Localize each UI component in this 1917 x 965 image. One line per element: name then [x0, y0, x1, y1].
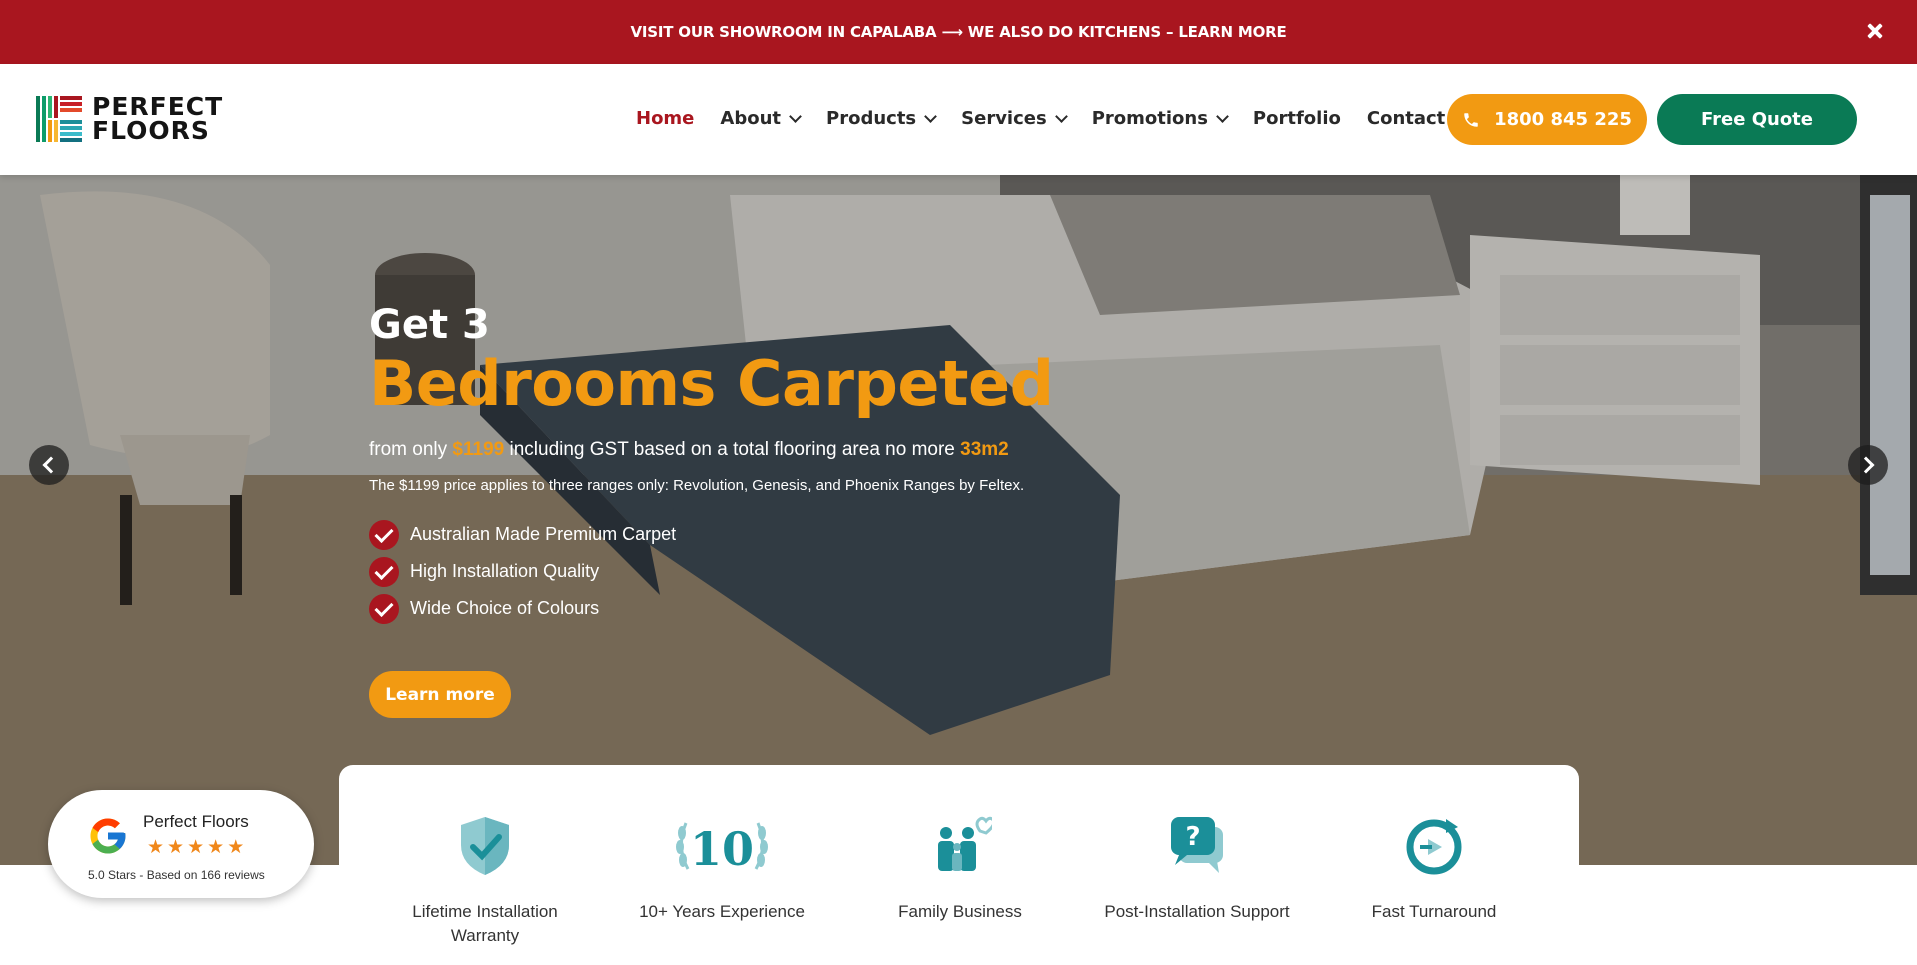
review-summary: 5.0 Stars - Based on 166 reviews: [88, 868, 265, 882]
phone-icon: [1464, 112, 1478, 127]
nav-label: Home: [636, 108, 695, 129]
fast-turnaround-icon: [1406, 819, 1462, 875]
check-item: Wide Choice of Colours: [369, 590, 1169, 627]
review-business-name: Perfect Floors: [143, 812, 249, 831]
feature-label: 10+ Years Experience: [639, 902, 805, 921]
hero-note: The $1199 price applies to three ranges …: [369, 477, 1025, 494]
logo-mark-icon: [36, 96, 82, 142]
features-strip: Lifetime Installation Warranty 10 10+ Ye…: [339, 765, 1579, 965]
family-heart-icon: [938, 816, 996, 871]
feature-item: 10 10+ Years Experience: [622, 813, 822, 924]
chevron-down-icon: [924, 110, 938, 123]
main-nav: Home About Products Services Promotions …: [636, 108, 1471, 129]
nav-label: Portfolio: [1252, 108, 1341, 129]
logo-line-2: FLOORS: [92, 116, 210, 145]
phone-button[interactable]: 1800 845 225: [1447, 94, 1647, 145]
review-stars: ★ ★ ★ ★ ★: [147, 836, 247, 859]
phone-number: 1800 845 225: [1494, 109, 1632, 130]
nav-item-services[interactable]: Services: [961, 108, 1068, 129]
nav-item-products[interactable]: Products: [826, 108, 938, 129]
star-icon: ★: [207, 837, 225, 858]
nav-item-portfolio[interactable]: Portfolio: [1253, 108, 1341, 129]
learn-more-button[interactable]: Learn more: [369, 671, 511, 718]
hero-sub-middle: including GST based on a total flooring …: [504, 439, 961, 460]
checkmark-icon: [369, 519, 399, 550]
question-chat-icon: ?: [1171, 817, 1223, 873]
hero-subtitle: from only $1199 including GST based on a…: [369, 439, 1169, 461]
svg-text:?: ?: [1185, 822, 1200, 852]
hero-area: 33m2: [960, 439, 1009, 460]
chevron-down-icon: [1216, 110, 1229, 123]
check-label: Wide Choice of Colours: [410, 598, 600, 618]
nav-item-home[interactable]: Home: [636, 108, 694, 129]
check-item: Australian Made Premium Carpet: [369, 516, 1169, 553]
chevron-down-icon: [1054, 110, 1068, 123]
slider-next-arrow-icon[interactable]: [1848, 445, 1888, 485]
slider-prev-arrow-icon[interactable]: [29, 445, 69, 485]
feature-label: Fast Turnaround: [1371, 902, 1497, 921]
hero-check-list: Australian Made Premium Carpet High Inst…: [369, 516, 1169, 627]
star-icon: ★: [187, 837, 205, 858]
nav-label: Services: [961, 108, 1047, 129]
checkmark-icon: [369, 593, 399, 624]
nav-label: Promotions: [1091, 108, 1208, 129]
feature-item: ? Post-Installation Support: [1097, 813, 1297, 924]
chevron-down-icon: [789, 110, 802, 123]
google-g-icon: [90, 818, 126, 854]
close-icon[interactable]: [1861, 17, 1889, 45]
feature-item: Family Business: [860, 813, 1060, 924]
star-icon: ★: [147, 837, 165, 858]
google-review-badge[interactable]: Perfect Floors ★ ★ ★ ★ ★ 5.0 Stars - Bas…: [48, 790, 314, 898]
nav-label: Contact: [1366, 108, 1446, 129]
feature-item: Lifetime Installation Warranty: [385, 813, 585, 948]
check-item: High Installation Quality: [369, 553, 1169, 590]
logo-wordmark: PERFECT FLOORS: [92, 94, 223, 145]
hero-title: Bedrooms Carpeted: [369, 347, 1054, 420]
nav-item-contact[interactable]: Contact: [1367, 108, 1445, 129]
feature-label: Family Business: [898, 902, 1022, 921]
hero-pre-title: Get 3: [369, 302, 490, 348]
logo[interactable]: PERFECT FLOORS: [36, 94, 226, 144]
nav-label: Products: [826, 108, 917, 129]
feature-label: Post-Installation Support: [1104, 902, 1290, 921]
learn-more-label: Learn more: [385, 684, 495, 705]
site-header: PERFECT FLOORS Home About Products Servi…: [0, 64, 1917, 175]
hero-slider: Get 3 Bedrooms Carpeted from only $1199 …: [0, 175, 1917, 865]
check-label: High Installation Quality: [410, 561, 600, 581]
feature-item: Fast Turnaround: [1334, 813, 1534, 924]
nav-item-about[interactable]: About: [720, 108, 802, 129]
nav-item-promotions[interactable]: Promotions: [1091, 108, 1229, 129]
checkmark-icon: [369, 556, 399, 587]
hero-content: Get 3 Bedrooms Carpeted from only $1199 …: [369, 303, 1169, 718]
announcement-bar[interactable]: VISIT OUR SHOWROOM IN CAPALABA ⟶ WE ALSO…: [0, 0, 1917, 64]
ten-years-number: 10: [690, 822, 754, 876]
announcement-text[interactable]: VISIT OUR SHOWROOM IN CAPALABA ⟶ WE ALSO…: [630, 23, 1286, 41]
ten-years-laurel-icon: 10: [676, 822, 768, 876]
nav-label: About: [720, 108, 782, 129]
hero-price: $1199: [452, 439, 505, 460]
free-quote-label: Free Quote: [1701, 109, 1813, 130]
check-label: Australian Made Premium Carpet: [410, 524, 677, 544]
star-icon: ★: [227, 837, 245, 858]
free-quote-button[interactable]: Free Quote: [1657, 94, 1857, 145]
star-icon: ★: [167, 837, 185, 858]
shield-check-icon: [461, 817, 509, 875]
hero-sub-from: from only: [369, 439, 453, 460]
